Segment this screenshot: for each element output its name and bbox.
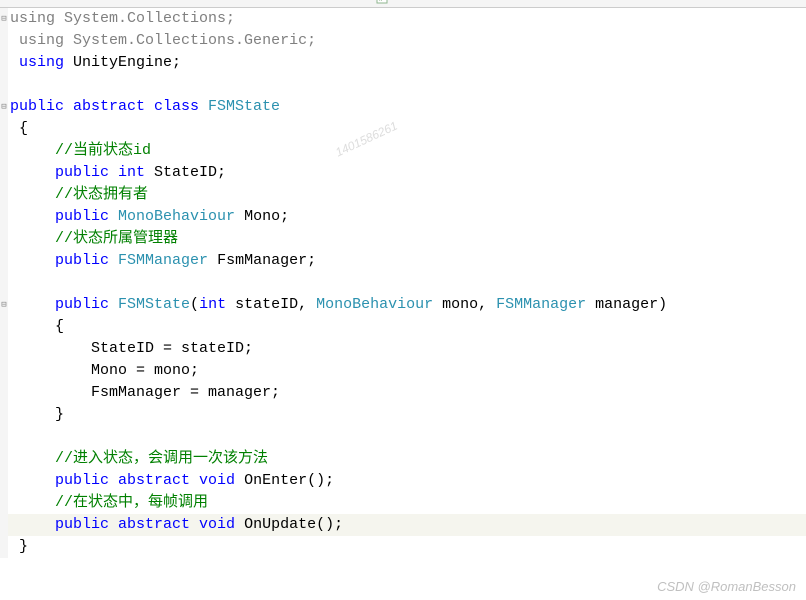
file-tab[interactable]: # FSMState — [370, 0, 451, 6]
fold-toggle[interactable]: ⊟ — [0, 294, 8, 316]
code-line: { — [8, 316, 806, 338]
code-line: using UnityEngine; — [8, 52, 806, 74]
code-line: public FSMManager FsmManager; — [8, 250, 806, 272]
fold-toggle[interactable]: ⊟ — [0, 8, 8, 30]
code-line: using System.Collections.Generic; — [8, 30, 806, 52]
code-line: FsmManager = manager; — [8, 382, 806, 404]
code-line: public MonoBehaviour Mono; — [8, 206, 806, 228]
code-line: StateID = stateID; — [8, 338, 806, 360]
code-line — [8, 272, 806, 294]
code-line: ⊟using System.Collections; — [8, 8, 806, 30]
code-line: //在状态中，每帧调用 — [8, 492, 806, 514]
tab-bar: # FSMState — [0, 0, 806, 8]
code-line: //进入状态，会调用一次该方法 — [8, 448, 806, 470]
code-line: Mono = mono; — [8, 360, 806, 382]
fold-toggle[interactable]: ⊟ — [0, 96, 8, 118]
code-line: } — [8, 536, 806, 558]
code-line: public int StateID; — [8, 162, 806, 184]
code-line: //状态所属管理器 — [8, 228, 806, 250]
watermark-csdn: CSDN @RomanBesson — [657, 579, 796, 594]
svg-text:#: # — [379, 0, 383, 4]
code-line — [8, 74, 806, 96]
code-line: ⊟ public FSMState(int stateID, MonoBehav… — [8, 294, 806, 316]
code-line: ⊟public abstract class FSMState — [8, 96, 806, 118]
tab-label: FSMState — [392, 0, 445, 4]
fold-gutter — [0, 8, 8, 558]
code-editor[interactable]: ⊟using System.Collections; using System.… — [0, 8, 806, 558]
code-line: //当前状态id — [8, 140, 806, 162]
code-line: //状态拥有者 — [8, 184, 806, 206]
code-line: { — [8, 118, 806, 140]
code-line — [8, 426, 806, 448]
csharp-file-icon: # — [376, 0, 388, 4]
code-line: } — [8, 404, 806, 426]
code-line-current: public abstract void OnUpdate(); — [8, 514, 806, 536]
code-line: public abstract void OnEnter(); — [8, 470, 806, 492]
